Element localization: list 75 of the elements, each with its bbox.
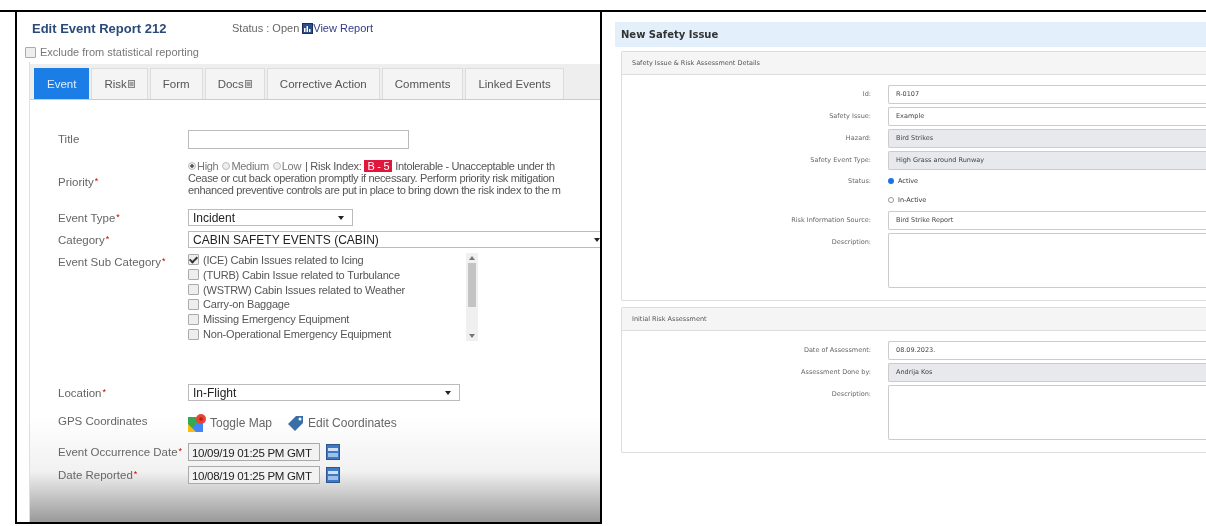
checkbox[interactable] bbox=[188, 284, 199, 296]
required-mark: * bbox=[133, 469, 138, 481]
radio-button[interactable] bbox=[188, 162, 196, 170]
tag-icon bbox=[288, 415, 305, 431]
panel-header: New Safety Issue bbox=[615, 22, 1206, 47]
tab[interactable]: Comments bbox=[381, 68, 464, 99]
field-label: Event Occurrence Date bbox=[58, 446, 178, 458]
radio-button[interactable] bbox=[888, 178, 894, 184]
attachment-icon bbox=[127, 80, 135, 88]
radio-label: High bbox=[197, 160, 219, 172]
checkbox[interactable] bbox=[188, 313, 199, 325]
dropdown[interactable]: CABIN SAFETY EVENTS (CABIN) bbox=[188, 231, 600, 248]
checkbox-label: Non-Operational Emergency Equipment bbox=[203, 328, 392, 341]
dropdown[interactable]: Incident bbox=[188, 209, 353, 226]
tab[interactable]: Corrective Action bbox=[266, 68, 380, 99]
map-pin-icon bbox=[188, 414, 206, 432]
required-mark: * bbox=[94, 176, 99, 188]
tab[interactable]: Form bbox=[149, 68, 203, 99]
tab[interactable]: Event bbox=[34, 68, 90, 99]
required-mark: * bbox=[116, 212, 120, 224]
calendar-icon bbox=[326, 444, 340, 460]
checkbox[interactable] bbox=[188, 254, 199, 266]
page-title: Edit Event Report 212 bbox=[32, 20, 168, 36]
checkbox[interactable] bbox=[188, 328, 199, 340]
field-label: Event Type bbox=[58, 212, 116, 224]
required-mark: * bbox=[178, 446, 183, 458]
checkbox[interactable] bbox=[188, 269, 199, 281]
checkbox[interactable] bbox=[25, 46, 36, 58]
view-report-link[interactable]: View Report bbox=[302, 22, 373, 34]
tab[interactable]: Risk bbox=[91, 68, 148, 99]
radio-label: Low bbox=[281, 160, 302, 172]
text-area[interactable] bbox=[888, 385, 1206, 440]
risk-description: Cease or cut back operation promptly if necessary. Perform priority risk mitigation bbox=[188, 172, 556, 184]
checkbox-label: Carry-on Baggage bbox=[203, 298, 290, 311]
checkbox-label: Exclude from statistical reporting bbox=[40, 46, 199, 58]
checkbox[interactable] bbox=[188, 298, 199, 310]
text-area[interactable] bbox=[888, 233, 1206, 288]
report-icon bbox=[302, 22, 314, 34]
calendar-icon bbox=[326, 467, 340, 483]
caret-icon bbox=[445, 390, 451, 395]
edit-coordinates-link[interactable]: Edit Coordinates bbox=[288, 414, 397, 432]
radio-button[interactable] bbox=[272, 162, 281, 170]
field-label: GPS Coordinates bbox=[58, 415, 148, 427]
radio-label: Medium bbox=[231, 160, 269, 172]
required-mark: * bbox=[161, 256, 166, 268]
caret-icon bbox=[338, 215, 344, 220]
field-label: Priority bbox=[58, 176, 94, 188]
risk-description: enhanced preventive controls are put in place to bring down the risk index to the m bbox=[188, 184, 562, 196]
risk-index-badge: B - 5 bbox=[364, 160, 393, 172]
required-mark: * bbox=[105, 234, 110, 246]
calendar-button[interactable] bbox=[326, 467, 340, 483]
date-field[interactable]: 10/08/19 01:25 PM GMT bbox=[188, 466, 320, 484]
title-field[interactable] bbox=[188, 130, 409, 149]
tab[interactable]: Docs bbox=[204, 68, 265, 99]
required-mark: * bbox=[102, 387, 106, 399]
field-label: Category bbox=[58, 234, 105, 246]
checkbox-label: (TURB) Cabin Issue related to Turbulance bbox=[203, 268, 400, 281]
dropdown[interactable]: In-Flight bbox=[188, 384, 460, 401]
field-label: Date Reported bbox=[58, 469, 133, 481]
attachment-icon bbox=[244, 80, 252, 88]
toggle-map-link[interactable]: Toggle Map bbox=[188, 414, 273, 432]
tab[interactable]: Linked Events bbox=[465, 68, 564, 99]
status-text: Status : Open bbox=[232, 22, 300, 34]
caret-icon bbox=[594, 237, 600, 242]
date-field[interactable]: 10/09/19 01:25 PM GMT bbox=[188, 443, 320, 461]
calendar-button[interactable] bbox=[326, 444, 340, 460]
checkbox-label: (WSTRW) Cabin Issues related to Weather bbox=[203, 283, 406, 296]
field-label: Location bbox=[58, 387, 102, 399]
checkbox-label: Missing Emergency Equipment bbox=[203, 313, 350, 326]
risk-index-label: | Risk Index: bbox=[305, 160, 362, 172]
field-label: Title bbox=[58, 133, 80, 145]
checkbox-label: (ICE) Cabin Issues related to Icing bbox=[203, 253, 364, 266]
radio-button[interactable] bbox=[222, 162, 231, 170]
field-label: Event Sub Category bbox=[58, 256, 161, 268]
risk-description: Intolerable - Unacceptable under th bbox=[395, 160, 555, 172]
